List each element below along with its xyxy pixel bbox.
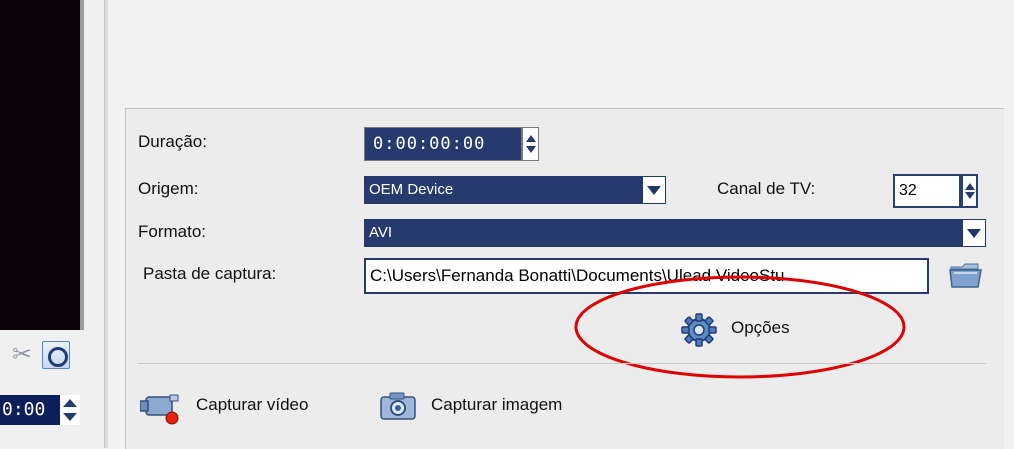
capture-image-button[interactable]: Capturar imagem — [374, 385, 614, 425]
tv-channel-spinner[interactable] — [961, 174, 978, 208]
left-timecode[interactable]: 0:00 — [0, 395, 62, 425]
left-timecode-spinner[interactable] — [60, 395, 80, 425]
duration-field[interactable]: 0:00:00:00 — [364, 127, 522, 161]
preview-edge — [80, 0, 84, 330]
fullscreen-button[interactable] — [42, 341, 70, 369]
panel-divider — [138, 363, 986, 364]
highlight-ellipse — [574, 275, 906, 379]
source-dropdown-button[interactable] — [642, 176, 666, 204]
fullscreen-icon — [48, 347, 68, 367]
duration-spinner[interactable] — [522, 127, 539, 161]
spinner-arrows-icon — [63, 399, 77, 421]
spin-down-icon — [526, 146, 536, 153]
dropdown-arrow-icon — [967, 229, 981, 238]
spin-down-icon — [965, 192, 975, 199]
format-label: Formato: — [138, 222, 207, 241]
photo-camera-icon — [380, 392, 416, 420]
capture-video-button[interactable]: Capturar vídeo — [140, 385, 355, 425]
format-dropdown-button[interactable] — [962, 219, 986, 247]
spin-up-icon — [965, 183, 975, 190]
capture-folder-label: Pasta de captura: — [143, 264, 277, 283]
scissors-icon[interactable]: ✂ — [8, 340, 36, 370]
dropdown-arrow-icon — [647, 186, 661, 195]
tv-channel-input[interactable]: 32 — [893, 174, 961, 208]
duration-label: Duração: — [138, 132, 207, 151]
capture-video-label: Capturar vídeo — [196, 395, 309, 414]
format-select[interactable]: AVI — [364, 219, 962, 247]
video-preview — [0, 0, 80, 330]
folder-icon — [949, 263, 982, 288]
browse-folder-button[interactable] — [948, 259, 988, 291]
source-select[interactable]: OEM Device — [364, 176, 642, 204]
video-camera-icon — [140, 394, 179, 425]
spin-up-icon — [526, 135, 536, 142]
source-label: Origem: — [138, 179, 199, 198]
tv-channel-label: Canal de TV: — [717, 179, 816, 198]
capture-image-label: Capturar imagem — [431, 395, 563, 414]
